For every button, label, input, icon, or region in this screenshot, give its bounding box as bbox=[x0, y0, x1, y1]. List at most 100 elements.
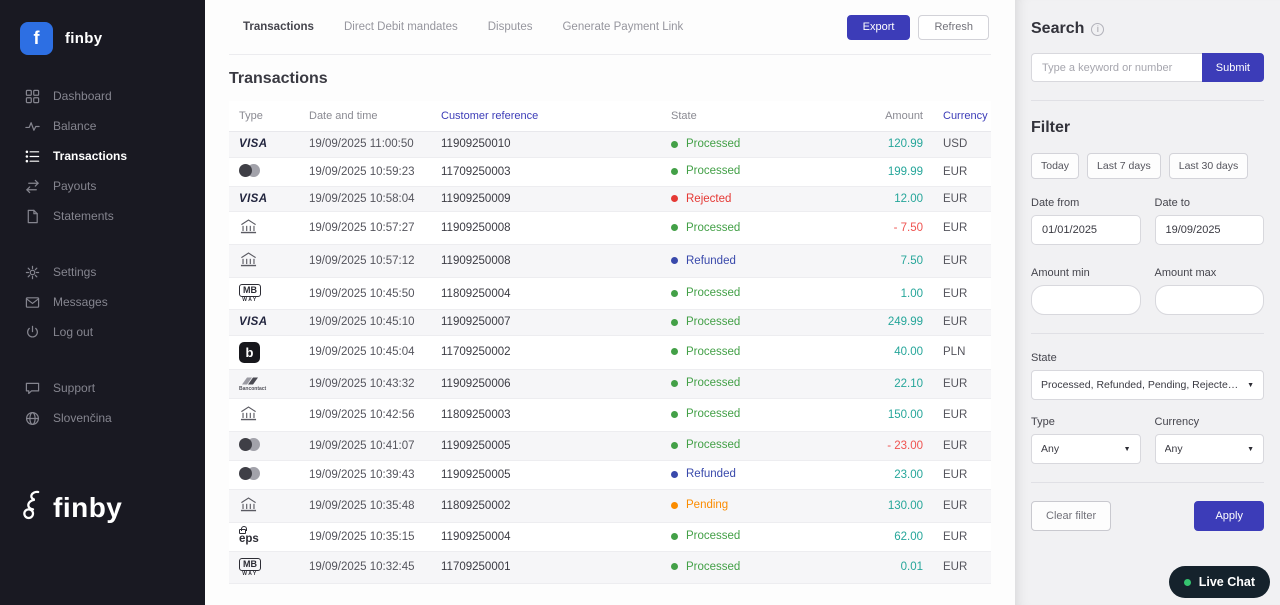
sidebar-nav-main: Dashboard Balance Transactions Payouts S… bbox=[0, 81, 205, 231]
sidebar-item-support[interactable]: Support bbox=[0, 373, 205, 403]
state-dot-icon bbox=[671, 470, 678, 478]
live-chat-button[interactable]: Live Chat bbox=[1168, 566, 1270, 598]
transaction-amount: 40.00 bbox=[833, 335, 933, 370]
table-row[interactable]: MB WAY 19/09/2025 10:45:50 11809250004 Proce… bbox=[229, 277, 991, 310]
table-row[interactable]: Bancontact 19/09/2025 10:43:32 11909250006… bbox=[229, 369, 991, 399]
info-icon[interactable]: i bbox=[1091, 22, 1105, 36]
transaction-amount: 249.99 bbox=[833, 309, 933, 336]
apply-button[interactable]: Apply bbox=[1194, 501, 1264, 531]
state-text: Refunded bbox=[686, 468, 736, 481]
tab-transactions[interactable]: Transactions bbox=[243, 21, 314, 33]
transaction-reference: 11709250002 bbox=[431, 335, 661, 370]
tab-generate-payment-link[interactable]: Generate Payment Link bbox=[562, 21, 683, 33]
state-text: Processed bbox=[686, 165, 741, 178]
search-input[interactable] bbox=[1031, 53, 1202, 82]
sidebar-item-dashboard[interactable]: Dashboard bbox=[0, 81, 205, 111]
table-row[interactable]: 19/09/2025 10:41:07 11909250005 Processed -… bbox=[229, 431, 991, 461]
globe-icon bbox=[24, 410, 40, 426]
amount-max-input[interactable] bbox=[1154, 285, 1264, 315]
state-text: Processed bbox=[686, 345, 741, 358]
filter-title: Filter bbox=[1031, 119, 1071, 136]
last-30-days-pill-button[interactable]: Last 30 days bbox=[1168, 153, 1249, 179]
col-header-customer-reference[interactable]: Customer reference bbox=[431, 101, 661, 132]
transaction-currency: EUR bbox=[933, 186, 991, 212]
transaction-datetime: 19/09/2025 10:57:27 bbox=[299, 211, 431, 245]
table-row[interactable]: MB WAY 19/09/2025 10:32:45 11709250001 Proce… bbox=[229, 551, 991, 584]
sidebar: f finby Dashboard Balance Transactions P… bbox=[0, 0, 205, 605]
transaction-state: Processed bbox=[661, 131, 833, 158]
transaction-state: Processed bbox=[661, 522, 833, 552]
table-row[interactable]: VISA 19/09/2025 10:45:10 11909250007 Proces… bbox=[229, 309, 991, 336]
today-pill-button[interactable]: Today bbox=[1031, 153, 1080, 179]
brand[interactable]: f finby bbox=[0, 0, 205, 81]
panel-divider bbox=[1031, 100, 1264, 101]
transaction-currency: EUR bbox=[933, 398, 991, 432]
sidebar-item-statements[interactable]: Statements bbox=[0, 201, 205, 231]
date-from-input[interactable] bbox=[1031, 215, 1141, 245]
export-button[interactable]: Export bbox=[846, 14, 911, 40]
sidebar-item-logout[interactable]: Log out bbox=[0, 317, 205, 347]
state-select-value: Processed, Refunded, Pending, Rejected,… bbox=[1041, 379, 1242, 391]
sidebar-item-label: Transactions bbox=[53, 149, 128, 163]
state-select[interactable]: Processed, Refunded, Pending, Rejected,…… bbox=[1031, 370, 1264, 400]
table-row[interactable]: 19/09/2025 10:35:48 11809250002 Pending 130… bbox=[229, 489, 991, 523]
tab-disputes[interactable]: Disputes bbox=[488, 21, 533, 33]
envelope-icon bbox=[24, 294, 40, 310]
sidebar-nav-tertiary: Support Slovenčina bbox=[0, 373, 205, 433]
transaction-amount: 7.50 bbox=[833, 244, 933, 278]
search-title-text: Search bbox=[1031, 20, 1085, 37]
transaction-datetime: 19/09/2025 10:59:23 bbox=[299, 157, 431, 187]
table-row[interactable]: 19/09/2025 10:57:27 11909250008 Processed -… bbox=[229, 211, 991, 245]
table-row[interactable]: b 19/09/2025 10:45:04 11709250002 Processed… bbox=[229, 335, 991, 370]
sidebar-item-payouts[interactable]: Payouts bbox=[0, 171, 205, 201]
sidebar-nav-secondary: Settings Messages Log out bbox=[0, 257, 205, 347]
sidebar-item-messages[interactable]: Messages bbox=[0, 287, 205, 317]
amount-max-label: Amount max bbox=[1154, 267, 1217, 279]
sidebar-item-label: Payouts bbox=[53, 179, 97, 193]
transaction-amount: - 23.00 bbox=[833, 431, 933, 461]
tab-direct-debit-mandates[interactable]: Direct Debit mandates bbox=[344, 21, 458, 33]
transaction-reference: 11709250003 bbox=[431, 157, 661, 187]
amount-min-input[interactable] bbox=[1031, 285, 1141, 315]
page-title: Transactions bbox=[229, 70, 328, 87]
refresh-button[interactable]: Refresh bbox=[918, 14, 989, 40]
chat-bubble-icon bbox=[24, 380, 40, 396]
currency-select[interactable]: Any ▼ bbox=[1154, 434, 1264, 464]
panel-divider bbox=[1031, 333, 1264, 334]
clear-filter-button[interactable]: Clear filter bbox=[1031, 501, 1112, 531]
state-label: State bbox=[1031, 352, 1057, 364]
state-dot-icon bbox=[671, 379, 678, 387]
transaction-datetime: 19/09/2025 10:39:43 bbox=[299, 460, 431, 490]
col-header-date: Date and time bbox=[299, 101, 431, 132]
transaction-amount: 12.00 bbox=[833, 186, 933, 212]
tabs-row: Transactions Direct Debit mandates Dispu… bbox=[229, 0, 991, 55]
col-header-currency[interactable]: Currency bbox=[933, 101, 991, 132]
col-header-amount: Amount bbox=[833, 101, 933, 132]
table-row[interactable]: 19/09/2025 10:39:43 11909250005 Refunded 23… bbox=[229, 460, 991, 490]
main-content: Transactions Direct Debit mandates Dispu… bbox=[205, 0, 1015, 605]
sidebar-item-transactions[interactable]: Transactions bbox=[0, 141, 205, 171]
last-7-days-pill-button[interactable]: Last 7 days bbox=[1087, 153, 1161, 179]
sidebar-item-balance[interactable]: Balance bbox=[0, 111, 205, 141]
type-select[interactable]: Any ▼ bbox=[1031, 434, 1141, 464]
table-row[interactable]: 19/09/2025 10:42:56 11809250003 Processed 1… bbox=[229, 398, 991, 432]
sidebar-item-settings[interactable]: Settings bbox=[0, 257, 205, 287]
state-text: Processed bbox=[686, 439, 741, 452]
sidebar-item-language[interactable]: Slovenčina bbox=[0, 403, 205, 433]
state-dot-icon bbox=[671, 441, 678, 449]
transaction-currency: PLN bbox=[933, 335, 991, 370]
table-row[interactable]: 19/09/2025 10:59:23 11709250003 Processed 1… bbox=[229, 157, 991, 187]
transaction-state: Processed bbox=[661, 551, 833, 584]
transaction-state: Processed bbox=[661, 157, 833, 187]
date-to-input[interactable] bbox=[1154, 215, 1264, 245]
submit-button[interactable]: Submit bbox=[1201, 53, 1264, 82]
table-row[interactable]: eps 19/09/2025 10:35:15 11909250004 Process… bbox=[229, 522, 991, 552]
table-row[interactable]: VISA 19/09/2025 11:00:50 11909250010 Proces… bbox=[229, 131, 991, 158]
transaction-amount: 0.01 bbox=[833, 551, 933, 584]
transaction-currency: EUR bbox=[933, 211, 991, 245]
gear-icon bbox=[24, 264, 40, 280]
table-row[interactable]: VISA 19/09/2025 10:58:04 11909250009 Reject… bbox=[229, 186, 991, 212]
table-row[interactable]: 19/09/2025 10:57:12 11909250008 Refunded 7.… bbox=[229, 244, 991, 278]
transaction-amount: 199.99 bbox=[833, 157, 933, 187]
transaction-reference: 11909250009 bbox=[431, 186, 661, 212]
